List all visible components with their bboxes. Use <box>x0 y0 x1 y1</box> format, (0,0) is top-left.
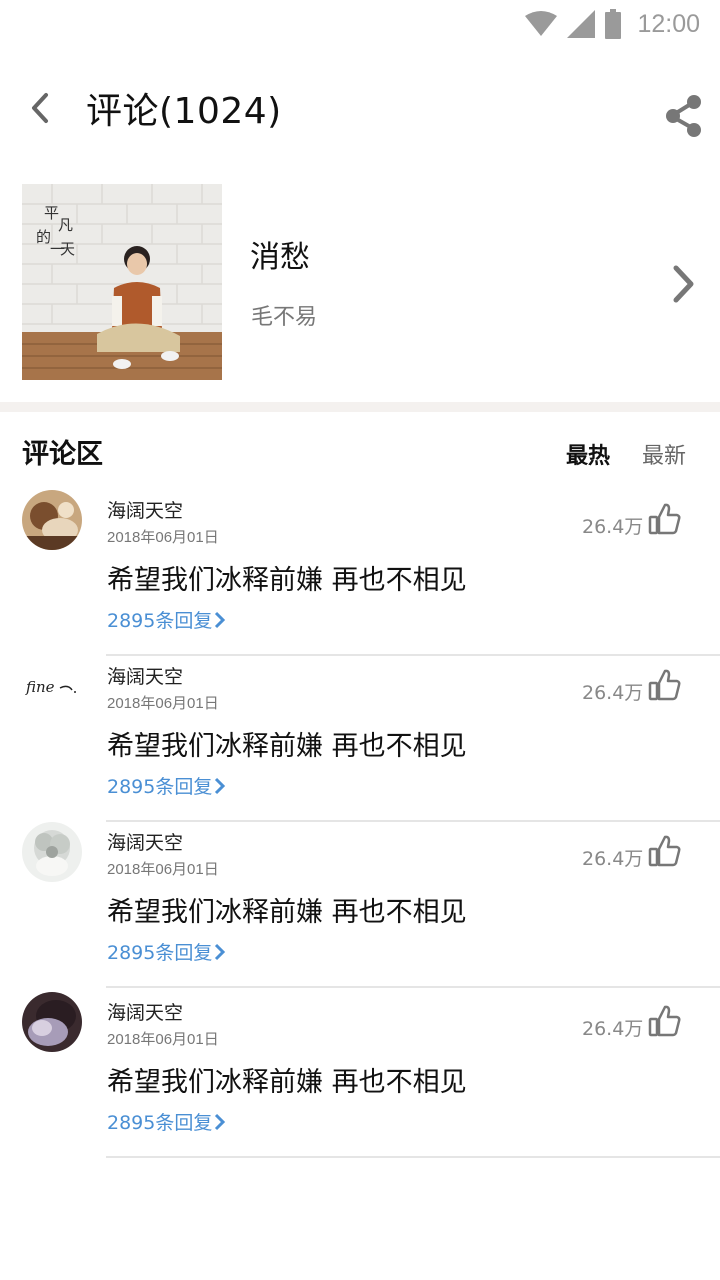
svg-text:天: 天 <box>60 240 75 258</box>
comment-username[interactable]: 海阔天空 <box>107 828 183 855</box>
song-artist: 毛不易 <box>251 305 318 330</box>
thumbs-up-icon <box>648 835 681 867</box>
like-button[interactable] <box>648 502 682 536</box>
comment-username[interactable]: 海阔天空 <box>107 496 183 523</box>
comment-text: 希望我们冰释前嫌 再也不相见 <box>107 897 467 928</box>
avatar[interactable] <box>22 992 82 1052</box>
back-button[interactable] <box>20 84 60 132</box>
like-button[interactable] <box>648 668 682 702</box>
comment-replies-label: 2895条回复 <box>107 1112 213 1134</box>
thumbs-up-icon <box>648 503 681 535</box>
song-title: 消愁 <box>250 240 310 275</box>
comment-item: fine 海阔天空 2018年06月01日 希望我们冰释前嫌 再也不相见 289… <box>0 656 720 822</box>
avatar[interactable] <box>22 490 82 550</box>
thumbs-up-icon <box>648 669 681 701</box>
chevron-right-icon <box>215 943 226 960</box>
comment-divider <box>106 1156 720 1158</box>
wifi-icon <box>525 11 558 36</box>
chevron-right-icon <box>215 777 226 794</box>
song-card[interactable]: 平 凡 的 一 天 消愁 毛不易 <box>0 184 720 380</box>
avatar-signature-text: fine <box>25 678 55 696</box>
cellular-signal-icon <box>567 10 596 38</box>
svg-text:凡: 凡 <box>58 216 73 234</box>
comment-date: 2018年06月01日 <box>107 861 219 878</box>
comment-text: 希望我们冰释前嫌 再也不相见 <box>107 1067 467 1098</box>
song-detail-button[interactable] <box>670 262 698 306</box>
comment-replies-link[interactable]: 2895条回复 <box>107 1108 226 1135</box>
comment-replies-label: 2895条回复 <box>107 776 213 798</box>
avatar[interactable]: fine <box>22 656 82 716</box>
chevron-left-icon <box>32 93 48 123</box>
comment-divider <box>106 986 720 988</box>
page-title: 评论(1024) <box>86 91 282 132</box>
share-icon <box>666 95 701 137</box>
chevron-right-icon <box>215 611 226 628</box>
album-cover-art: 平 凡 的 一 天 <box>22 184 222 380</box>
comment-like-count: 26.4万 <box>582 682 644 704</box>
comment-replies-link[interactable]: 2895条回复 <box>107 772 226 799</box>
comment-like-count: 26.4万 <box>582 1018 644 1040</box>
chevron-right-icon <box>673 265 694 303</box>
svg-text:平: 平 <box>44 204 59 222</box>
comment-date: 2018年06月01日 <box>107 1031 219 1048</box>
comment-like-count: 26.4万 <box>582 848 644 870</box>
comment-username[interactable]: 海阔天空 <box>107 662 183 689</box>
comment-like-count: 26.4万 <box>582 516 644 538</box>
thumbs-up-icon <box>648 1005 681 1037</box>
chevron-right-icon <box>215 1113 226 1130</box>
comment-username[interactable]: 海阔天空 <box>107 998 183 1025</box>
like-button[interactable] <box>648 1004 682 1038</box>
battery-icon <box>605 9 622 39</box>
comment-item: 海阔天空 2018年06月01日 希望我们冰释前嫌 再也不相见 2895条回复 … <box>0 992 720 1158</box>
comments-header: 评论区 最热 最新 <box>0 432 720 476</box>
header: 评论(1024) <box>0 60 720 156</box>
status-bar: 12:00 <box>0 0 720 48</box>
comment-item: 海阔天空 2018年06月01日 希望我们冰释前嫌 再也不相见 2895条回复 … <box>0 822 720 988</box>
comment-item: 海阔天空 2018年06月01日 希望我们冰释前嫌 再也不相见 2895条回复 … <box>0 490 720 656</box>
comment-replies-link[interactable]: 2895条回复 <box>107 606 226 633</box>
comment-replies-label: 2895条回复 <box>107 610 213 632</box>
sort-new-tab[interactable]: 最新 <box>642 438 686 470</box>
svg-text:的: 的 <box>36 228 51 246</box>
comment-date: 2018年06月01日 <box>107 529 219 546</box>
avatar[interactable] <box>22 822 82 882</box>
comments-title: 评论区 <box>22 439 103 470</box>
album-cover: 平 凡 的 一 天 <box>22 184 222 380</box>
comment-text: 希望我们冰释前嫌 再也不相见 <box>107 731 467 762</box>
comment-text: 希望我们冰释前嫌 再也不相见 <box>107 565 467 596</box>
comment-replies-link[interactable]: 2895条回复 <box>107 938 226 965</box>
status-time: 12:00 <box>637 9 700 38</box>
share-button[interactable] <box>664 94 704 138</box>
comment-replies-label: 2895条回复 <box>107 942 213 964</box>
sort-hot-tab[interactable]: 最热 <box>566 438 610 470</box>
like-button[interactable] <box>648 834 682 868</box>
status-icons: 12:00 <box>525 8 700 40</box>
section-divider <box>0 402 720 412</box>
comment-date: 2018年06月01日 <box>107 695 219 712</box>
